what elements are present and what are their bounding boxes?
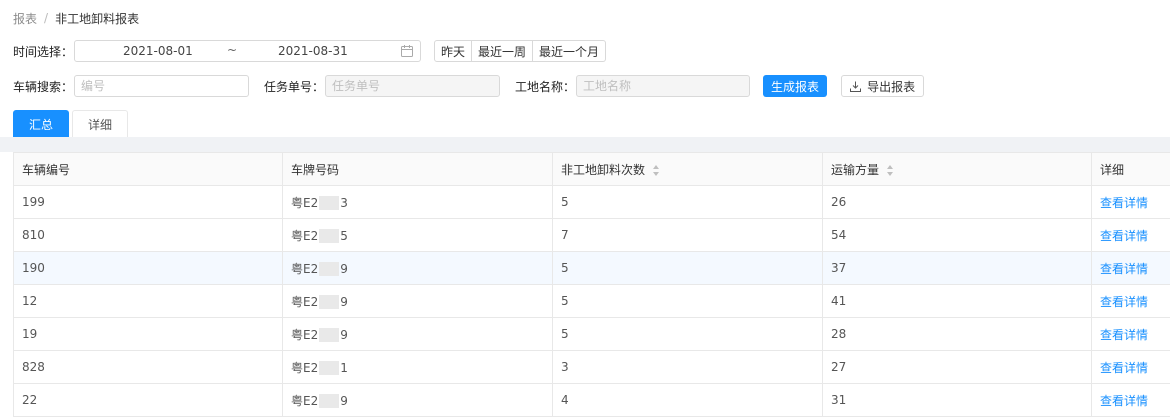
download-icon <box>850 81 862 92</box>
calendar-icon[interactable] <box>401 45 414 57</box>
table-row: 810 粤E2 5 7 54 查看详情 <box>13 218 1170 252</box>
cell-vehicle-no: 12 <box>13 284 283 318</box>
view-detail-link[interactable]: 查看详情 <box>1091 284 1170 318</box>
column-header-vehicle-no: 车辆编号 <box>13 152 283 186</box>
content-divider <box>0 137 1170 152</box>
cell-vehicle-no: 199 <box>13 185 283 219</box>
sort-icon[interactable] <box>887 164 894 176</box>
cell-count: 5 <box>552 284 823 318</box>
report-table: 车辆编号 车牌号码 非工地卸料次数 运输方量 详细 199 粤E2 3 5 26 … <box>13 152 1170 417</box>
tab-summary[interactable]: 汇总 <box>13 110 70 137</box>
quick-range-last-month[interactable]: 最近一个月 <box>533 40 607 62</box>
range-separator: ~ <box>227 43 238 57</box>
column-header-detail: 详细 <box>1091 152 1170 186</box>
search-filter-row: 车辆搜索： 任务单号： 工地名称： 生成报表 导出报表 <box>13 75 925 97</box>
site-label: 工地名称： <box>515 79 576 94</box>
cell-count: 3 <box>552 350 823 384</box>
column-header-plate: 车牌号码 <box>282 152 553 186</box>
table-row: 199 粤E2 3 5 26 查看详情 <box>13 185 1170 219</box>
table-row: 22 粤E2 9 4 31 查看详情 <box>13 383 1170 417</box>
plate-redaction <box>319 394 340 408</box>
cell-vehicle-no: 22 <box>13 383 283 417</box>
cell-plate: 粤E2 9 <box>282 317 553 351</box>
generate-report-button[interactable]: 生成报表 <box>763 75 828 97</box>
site-name-input[interactable] <box>576 75 751 97</box>
cell-volume: 41 <box>822 284 1092 318</box>
cell-vehicle-no: 190 <box>13 251 283 285</box>
breadcrumb-separator: / <box>44 11 49 25</box>
view-detail-link[interactable]: 查看详情 <box>1091 218 1170 252</box>
task-number-input[interactable] <box>325 75 501 97</box>
export-report-button[interactable]: 导出报表 <box>841 75 925 97</box>
quick-range-yesterday[interactable]: 昨天 <box>434 40 473 62</box>
plate-redaction <box>319 361 340 375</box>
vehicle-label: 车辆搜索： <box>13 79 74 94</box>
view-detail-link[interactable]: 查看详情 <box>1091 185 1170 219</box>
table-header-row: 车辆编号 车牌号码 非工地卸料次数 运输方量 详细 <box>13 152 1170 186</box>
cell-plate: 粤E2 9 <box>282 284 553 318</box>
cell-count: 5 <box>552 251 823 285</box>
plate-redaction <box>319 295 340 309</box>
export-report-label: 导出报表 <box>867 79 916 94</box>
view-detail-link[interactable]: 查看详情 <box>1091 317 1170 351</box>
vehicle-search-input[interactable] <box>74 75 250 97</box>
cell-volume: 27 <box>822 350 1092 384</box>
cell-plate: 粤E2 3 <box>282 185 553 219</box>
cell-vehicle-no: 810 <box>13 218 283 252</box>
cell-volume: 28 <box>822 317 1092 351</box>
time-filter-row: 时间选择： 2021-08-01 ~ 2021-08-31 昨天 最近一周 最近… <box>13 40 607 62</box>
column-header-volume[interactable]: 运输方量 <box>822 152 1092 186</box>
breadcrumb-current-page: 非工地卸料报表 <box>55 11 140 26</box>
task-label: 任务单号： <box>264 79 325 94</box>
cell-count: 4 <box>552 383 823 417</box>
table-row: 828 粤E2 1 3 27 查看详情 <box>13 350 1170 384</box>
table-row: 12 粤E2 9 5 41 查看详情 <box>13 284 1170 318</box>
date-range-picker[interactable]: 2021-08-01 ~ 2021-08-31 <box>74 40 422 62</box>
cell-volume: 37 <box>822 251 1092 285</box>
cell-volume: 26 <box>822 185 1092 219</box>
cell-count: 5 <box>552 185 823 219</box>
cell-volume: 31 <box>822 383 1092 417</box>
cell-vehicle-no: 19 <box>13 317 283 351</box>
cell-vehicle-no: 828 <box>13 350 283 384</box>
cell-plate: 粤E2 9 <box>282 251 553 285</box>
table-row: 19 粤E2 9 5 28 查看详情 <box>13 317 1170 351</box>
view-detail-link[interactable]: 查看详情 <box>1091 350 1170 384</box>
quick-range-last-week[interactable]: 最近一周 <box>472 40 534 62</box>
quick-range-group: 昨天 最近一周 最近一个月 <box>434 40 607 62</box>
view-detail-link[interactable]: 查看详情 <box>1091 251 1170 285</box>
view-detail-link[interactable]: 查看详情 <box>1091 383 1170 417</box>
cell-plate: 粤E2 1 <box>282 350 553 384</box>
tab-detail[interactable]: 详细 <box>72 110 129 137</box>
cell-volume: 54 <box>822 218 1092 252</box>
plate-redaction <box>319 328 340 342</box>
sort-icon[interactable] <box>653 164 660 176</box>
plate-redaction <box>319 262 340 276</box>
cell-plate: 粤E2 9 <box>282 383 553 417</box>
start-date[interactable]: 2021-08-01 <box>123 44 193 58</box>
cell-count: 5 <box>552 317 823 351</box>
cell-plate: 粤E2 5 <box>282 218 553 252</box>
plate-redaction <box>319 196 340 210</box>
end-date[interactable]: 2021-08-31 <box>278 44 348 58</box>
breadcrumb-link-reports[interactable]: 报表 <box>13 10 37 27</box>
column-header-count[interactable]: 非工地卸料次数 <box>552 152 823 186</box>
plate-redaction <box>319 229 340 243</box>
report-table-container: 车辆编号 车牌号码 非工地卸料次数 运输方量 详细 199 粤E2 3 5 26 … <box>13 152 1170 417</box>
report-tabs: 汇总 详细 <box>13 110 131 137</box>
table-row: 190 粤E2 9 5 37 查看详情 <box>13 251 1170 285</box>
time-label: 时间选择： <box>13 44 74 59</box>
cell-count: 7 <box>552 218 823 252</box>
breadcrumb: 报表 / 非工地卸料报表 <box>13 10 139 26</box>
